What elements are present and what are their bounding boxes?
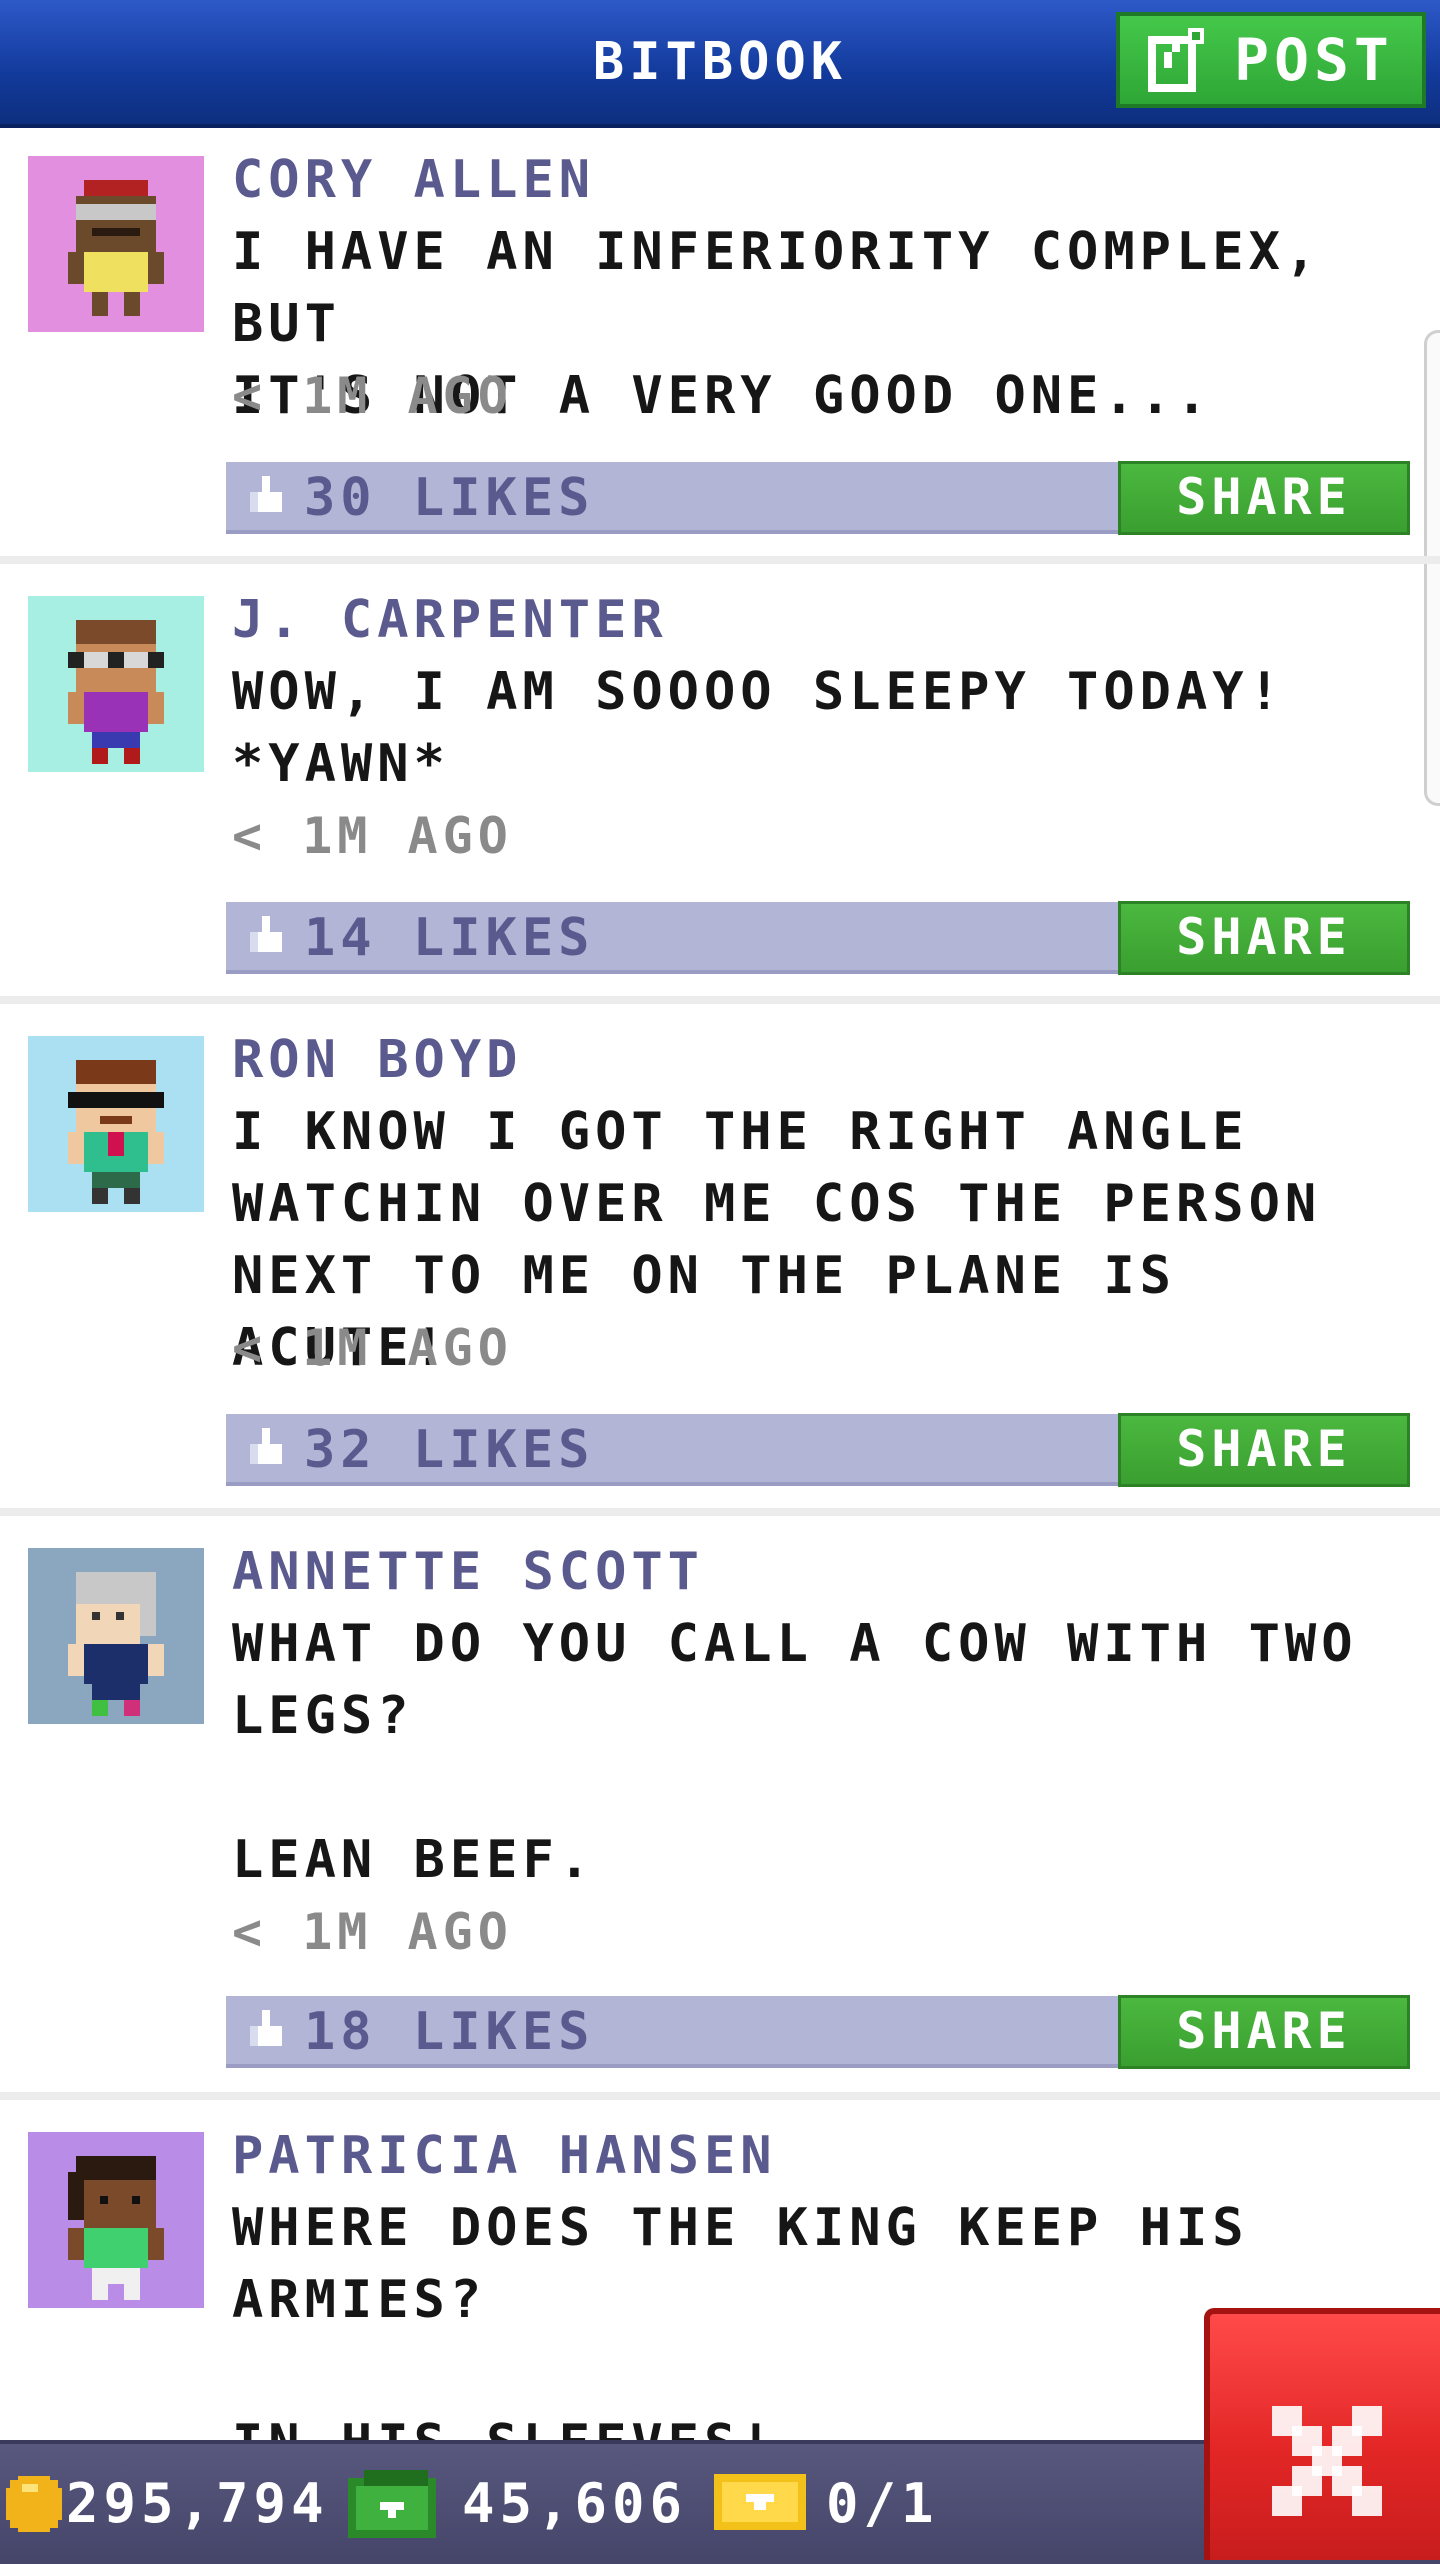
post-author[interactable]: RON BOYD	[232, 1024, 522, 1096]
feed-post: ANNETTE SCOTT WHAT DO YOU CALL A COW WIT…	[0, 1516, 1440, 2092]
post-timestamp: < 1M AGO	[232, 807, 513, 865]
thumbs-up-icon	[246, 2010, 286, 2054]
feed-post: CORY ALLEN I HAVE AN INFERIORITY COMPLEX…	[0, 124, 1440, 556]
post-author[interactable]: J. CARPENTER	[232, 584, 668, 656]
likes-count: 14 LIKES	[304, 908, 595, 968]
divider	[0, 556, 1440, 564]
share-button[interactable]: SHARE	[1118, 901, 1410, 975]
likes-count: 32 LIKES	[304, 1420, 595, 1480]
app-header: BITBOOK POST	[0, 0, 1440, 128]
likes-count: 30 LIKES	[304, 468, 595, 528]
share-button[interactable]: SHARE	[1118, 1995, 1410, 2069]
bux-value: 45,606	[462, 2472, 688, 2535]
likes-count: 18 LIKES	[304, 2002, 595, 2062]
avatar	[28, 1036, 204, 1212]
post-timestamp: < 1M AGO	[232, 1319, 513, 1377]
avatar	[28, 156, 204, 332]
close-button[interactable]	[1204, 2308, 1440, 2560]
avatar	[28, 596, 204, 772]
edit-icon	[1148, 28, 1212, 92]
coin-icon	[6, 2476, 62, 2536]
tickets-value: 0/1	[826, 2472, 939, 2535]
post-author[interactable]: PATRICIA HANSEN	[232, 2120, 777, 2192]
coins-value: 295,794	[66, 2472, 329, 2535]
post-text: WOW, I AM SOOOO SLEEPY TODAY! *YAWN*	[232, 662, 1285, 794]
post-text: WHAT DO YOU CALL A COW WITH TWO LEGS? LE…	[232, 1614, 1358, 1890]
thumbs-up-icon	[246, 916, 286, 960]
thumbs-up-icon	[246, 1428, 286, 1472]
post-button-label: POST	[1234, 26, 1394, 94]
ticket-icon	[714, 2474, 806, 2534]
share-button[interactable]: SHARE	[1118, 1413, 1410, 1487]
post-author[interactable]: CORY ALLEN	[232, 144, 595, 216]
feed-post: RON BOYD I KNOW I GOT THE RIGHT ANGLE WA…	[0, 1004, 1440, 1508]
divider	[0, 996, 1440, 1004]
avatar	[28, 1548, 204, 1724]
post-timestamp: < 1M AGO	[232, 367, 513, 425]
avatar	[28, 2132, 204, 2308]
share-button[interactable]: SHARE	[1118, 461, 1410, 535]
divider	[0, 1508, 1440, 1516]
post-author[interactable]: ANNETTE SCOTT	[232, 1536, 704, 1608]
divider	[0, 2092, 1440, 2100]
feed-post: J. CARPENTER WOW, I AM SOOOO SLEEPY TODA…	[0, 564, 1440, 996]
post-button[interactable]: POST	[1116, 12, 1426, 108]
post-timestamp: < 1M AGO	[232, 1903, 513, 1961]
bux-icon	[348, 2470, 436, 2542]
thumbs-up-icon	[246, 476, 286, 520]
